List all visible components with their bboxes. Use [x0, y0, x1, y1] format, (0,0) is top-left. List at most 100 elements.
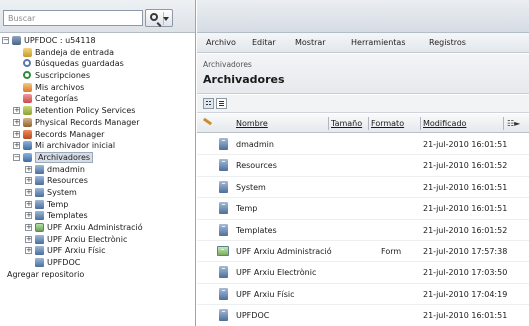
file-name[interactable]: UPFDOC	[236, 305, 269, 326]
cabinet-icon	[35, 164, 44, 174]
tree-item-label: Physical Records Manager	[35, 117, 140, 127]
tree-root[interactable]: − UPFDOC : u54118	[0, 35, 195, 47]
search-input[interactable]	[3, 10, 143, 26]
navigation-panel: − UPFDOC : u54118 Bandeja de entrada Búsque…	[0, 0, 196, 326]
tree-item-label: Agregar repositorio	[7, 269, 85, 279]
file-name[interactable]: Resources	[236, 155, 277, 176]
tree-item-label: UPF Arxiu Físic	[47, 246, 106, 256]
menu-editar[interactable]: Editar	[252, 33, 276, 53]
records-manager-icon	[23, 129, 32, 139]
file-name[interactable]: UPF Arxiu Electrònic	[236, 262, 316, 283]
table-row[interactable]: dmadmin 21-jul-2010 16:01:51	[197, 134, 529, 156]
tree-item-resources[interactable]: + Resources	[0, 175, 195, 187]
tree-item-retention[interactable]: + Retention Policy Services	[0, 105, 195, 117]
view-toolbar	[197, 95, 529, 113]
cabinet-icon	[219, 202, 228, 215]
expand-icon[interactable]: +	[13, 107, 20, 115]
table-row[interactable]: Resources 21-jul-2010 16:01:52	[197, 155, 529, 177]
expand-icon[interactable]: +	[25, 235, 32, 243]
tree-item-dmadmin[interactable]: + dmadmin	[0, 164, 195, 176]
thumbnail-view-button[interactable]	[203, 98, 214, 109]
table-row[interactable]: Temp 21-jul-2010 16:01:51	[197, 198, 529, 220]
file-modified: 21-jul-2010 16:01:51	[423, 140, 508, 149]
file-name[interactable]: System	[236, 177, 266, 198]
cabinet-icon	[219, 287, 228, 300]
search-button[interactable]	[145, 9, 173, 27]
table-row[interactable]: Templates 21-jul-2010 16:01:52	[197, 220, 529, 241]
tree-item-templates[interactable]: + Templates	[0, 210, 195, 222]
table-row[interactable]: UPF Arxiu Electrònic 21-jul-2010 17:03:50	[197, 262, 529, 284]
tree-item-upf-fisic[interactable]: + UPF Arxiu Físic	[0, 245, 195, 257]
tree-item-archivadores[interactable]: − Archivadores	[0, 151, 195, 164]
cabinet-icon	[219, 138, 228, 150]
file-name[interactable]: UPF Arxiu Administració	[236, 241, 332, 262]
column-divider[interactable]	[420, 117, 421, 130]
file-name[interactable]: UPF Arxiu Físic	[236, 284, 295, 305]
cabinet-icon	[35, 176, 44, 186]
expand-icon[interactable]: +	[25, 188, 32, 196]
tree-item-system[interactable]: + System	[0, 187, 195, 199]
expand-icon[interactable]: +	[25, 177, 32, 185]
column-options-icon[interactable]: ☷►	[507, 119, 523, 128]
menu-archivo[interactable]: Archivo	[206, 33, 236, 53]
tree-item-records[interactable]: + Records Manager	[0, 129, 195, 141]
tree-item-upf-administracio[interactable]: + UPF Arxiu Administració	[0, 222, 195, 234]
file-name[interactable]: dmadmin	[236, 134, 274, 155]
table-row[interactable]: UPF Arxiu Físic 21-jul-2010 17:04:19	[197, 284, 529, 306]
expand-icon[interactable]: +	[25, 224, 32, 231]
tree-item-upfdoc[interactable]: UPFDOC	[0, 257, 195, 269]
sort-icon[interactable]	[203, 118, 215, 128]
file-name[interactable]: Templates	[236, 220, 277, 241]
tree-item-temp[interactable]: + Temp	[0, 199, 195, 211]
tree-item-upf-electronic[interactable]: + UPF Arxiu Electrònic	[0, 234, 195, 246]
tree-item-mi-archivador[interactable]: + Mi archivador inicial	[0, 140, 195, 152]
column-tamano[interactable]: Tamaño	[331, 114, 362, 133]
expand-icon[interactable]: +	[13, 130, 20, 138]
my-files-icon	[23, 82, 32, 92]
tree-item-physical[interactable]: + Physical Records Manager	[0, 117, 195, 129]
tree-item-label: Temp	[47, 199, 69, 209]
tree-item-agregar-repositorio[interactable]: Agregar repositorio	[0, 269, 195, 281]
file-modified: 21-jul-2010 16:01:51	[423, 182, 508, 192]
expand-icon[interactable]: +	[25, 247, 32, 255]
column-modificado[interactable]: Modificado	[423, 114, 466, 133]
form-icon	[35, 223, 44, 232]
expand-icon[interactable]: +	[13, 118, 20, 126]
file-modified: 21-jul-2010 16:01:51	[423, 204, 508, 214]
table-row[interactable]: UPF Arxiu Administració Form 21-jul-2010 1…	[197, 241, 529, 263]
expand-icon[interactable]: +	[25, 212, 32, 220]
file-modified: 21-jul-2010 17:04:19	[423, 289, 508, 299]
tree-item-mis-archivos[interactable]: Mis archivos	[0, 82, 195, 94]
tree-item-label: System	[47, 187, 77, 197]
tree-item-categorias[interactable]: Categorías	[0, 93, 195, 105]
menu-herramientas[interactable]: Herramientas	[351, 33, 406, 53]
tree-item-label: Templates	[47, 211, 88, 221]
menu-mostrar[interactable]: Mostrar	[295, 33, 326, 53]
table-row[interactable]: UPFDOC 21-jul-2010 16:01:51	[197, 305, 529, 326]
chevron-down-icon[interactable]	[163, 17, 169, 21]
menu-registros[interactable]: Registros	[429, 33, 466, 53]
navigation-tree: − UPFDOC : u54118 Bandeja de entrada Búsque…	[0, 35, 195, 281]
tree-item-bandeja[interactable]: Bandeja de entrada	[0, 47, 195, 59]
tree-item-suscripciones[interactable]: Suscripciones	[0, 70, 195, 82]
collapse-icon[interactable]: −	[2, 37, 9, 44]
saved-search-icon	[23, 59, 31, 68]
column-divider[interactable]	[328, 117, 329, 130]
tree-item-busquedas[interactable]: Búsquedas guardadas	[0, 58, 195, 70]
subscriptions-icon	[23, 71, 31, 80]
expand-icon[interactable]: +	[13, 142, 20, 150]
column-divider[interactable]	[368, 117, 369, 130]
expand-icon[interactable]: +	[25, 200, 32, 208]
file-format: Form	[381, 246, 402, 256]
breadcrumb[interactable]: Archivadores	[203, 60, 252, 69]
column-divider[interactable]	[503, 117, 504, 130]
collapse-icon[interactable]: −	[13, 153, 20, 161]
page-title: Archivadores	[203, 73, 285, 86]
table-row[interactable]: System 21-jul-2010 16:01:51	[197, 177, 529, 199]
file-name[interactable]: Temp	[236, 198, 257, 219]
list-view-button[interactable]	[216, 98, 227, 109]
column-formato[interactable]: Formato	[371, 114, 404, 133]
expand-icon[interactable]: +	[25, 165, 32, 173]
file-modified: 21-jul-2010 17:03:50	[423, 268, 508, 278]
column-nombre[interactable]: Nombre	[236, 114, 268, 133]
